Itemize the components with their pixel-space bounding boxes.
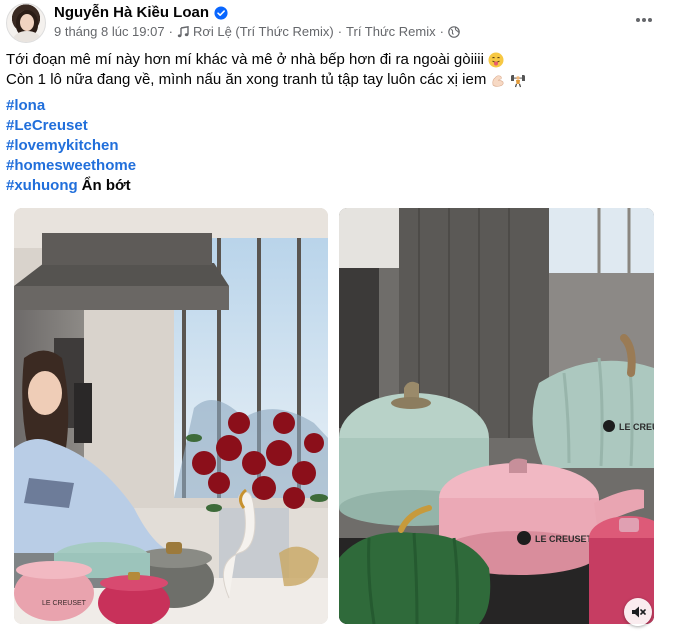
see-less-button[interactable]: Ẩn bớt [82,176,131,196]
hashtag-link[interactable]: #LeCreuset [6,116,136,136]
author-avatar[interactable] [6,3,46,43]
author-row: Nguyễn Hà Kiều Loan [54,4,228,21]
hashtag-list: #lona #LeCreuset #lovemykitchen #homeswe… [6,96,136,196]
pot-brand-label: LE CREUSET [535,534,593,544]
meta-separator: · [439,24,444,39]
post-header: Nguyễn Hà Kiều Loan 9 tháng 8 lúc 19:07 … [0,0,674,44]
more-options-button[interactable] [628,8,660,32]
weight-lifter-emoji-icon [511,75,526,88]
post-caption: Tới đoạn mê mí này hơn mí khác và mê ở n… [6,50,668,90]
music-title[interactable]: Rơi Lệ (Trí Thức Remix) [193,24,334,39]
flexed-biceps-emoji-icon [492,75,504,87]
post-timestamp[interactable]: 9 tháng 8 lúc 19:07 [54,24,165,39]
author-name[interactable]: Nguyễn Hà Kiều Loan [54,4,209,21]
pot-brand-label: LE CREUSET [42,600,87,607]
hashtag-link[interactable]: #lona [6,96,136,116]
tongue-out-emoji-icon [488,52,504,68]
meta-separator: · [337,24,343,39]
cookware-closeup-image: LE CREUSET LE CREUSET [339,208,654,624]
pot-brand-label: LE CREUSET [619,422,654,432]
caption-text-2: Còn 1 lô nữa đang về, mình nấu ăn xong t… [6,71,487,88]
music-artist[interactable]: Trí Thức Remix [346,24,436,39]
last-hashtag-row: #xuhuong Ẩn bớt [6,176,136,196]
caption-line-2: Còn 1 lô nữa đang về, mình nấu ăn xong t… [6,70,668,90]
more-options-icon [636,18,652,22]
hashtag-link[interactable]: #homesweethome [6,156,136,176]
meta-separator: · [168,24,173,39]
post-photo-2[interactable]: LE CREUSET LE CREUSET [339,208,654,624]
globe-icon[interactable] [448,25,460,38]
hashtag-link[interactable]: #lovemykitchen [6,136,136,156]
mute-toggle-button[interactable] [624,598,652,626]
post-photo-1[interactable]: LE CREUSET [14,208,328,624]
avatar-face [20,14,34,31]
kitchen-woman-image: LE CREUSET [14,208,328,624]
music-note-icon [177,25,189,37]
avatar-body [13,31,41,42]
verified-badge-icon [214,5,228,20]
speaker-muted-icon [632,606,646,618]
caption-text-1: Tới đoạn mê mí này hơn mí khác và mê ở n… [6,51,484,68]
post-meta: 9 tháng 8 lúc 19:07 · Rơi Lệ (Trí Thức R… [54,24,460,39]
caption-line-1: Tới đoạn mê mí này hơn mí khác và mê ở n… [6,50,668,70]
hashtag-link[interactable]: #xuhuong [6,176,78,196]
